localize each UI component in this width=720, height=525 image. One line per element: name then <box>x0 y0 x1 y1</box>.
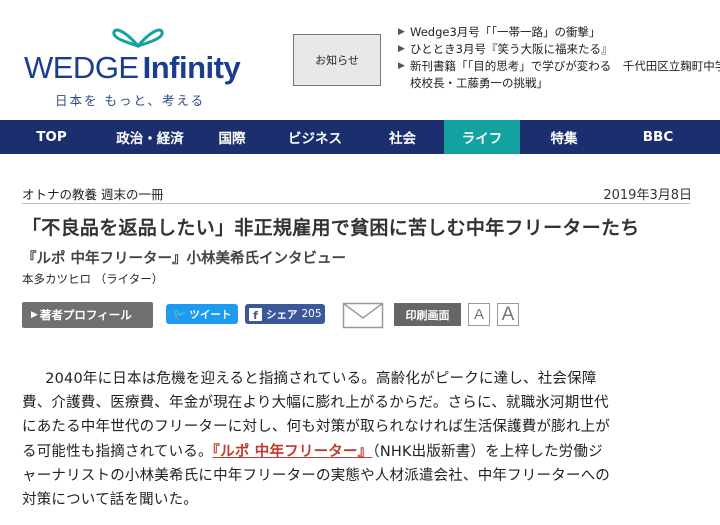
nav-item-international[interactable]: 国際 <box>197 120 267 154</box>
notice-button[interactable]: お知らせ <box>293 34 381 86</box>
nav-item-business[interactable]: ビジネス <box>267 120 363 154</box>
triangle-right-icon: ▶ <box>398 44 405 54</box>
body-line: 費、介護費、医療費、年金が現在より大幅に膨れ上がるからだ。さらに、就職氷河期世代 <box>22 395 609 412</box>
nav-item-society[interactable]: 社会 <box>363 120 442 154</box>
article-toolbar: ▶ 著者プロフィール 🐦 ツイート f シェア 205 印刷画面 A A <box>22 300 702 330</box>
body-text: る可能性も指摘されている。 <box>22 443 213 460</box>
main-nav: TOP 政治・経済 国際 ビジネス 社会 ライフ 特集 BBC <box>0 120 720 154</box>
triangle-right-icon: ▶ <box>398 27 405 37</box>
article-body: 2040年に日本は危機を迎えると指摘されている。高齢化がピークに達し、社会保障 … <box>22 367 690 512</box>
article-subtitle: 『ルポ 中年フリーター』小林美希氏インタビュー <box>22 251 347 267</box>
news-list: ▶ Wedge3月号「「一帯一路」の衝撃」 ▶ ひととき3月号『笑う大阪に福来た… <box>398 24 720 92</box>
facebook-share-button[interactable]: f シェア 205 <box>245 304 325 324</box>
logo-infinity-text: Infinity <box>142 50 241 85</box>
body-paragraph: 2040年に日本は危機を迎えると指摘されている。高齢化がピークに達し、社会保障 … <box>22 367 690 512</box>
print-button[interactable]: 印刷画面 <box>394 303 461 326</box>
news-item[interactable]: ▶ 新刊書籍「「目的思考」で学びが変わる 千代田区立麹町中学 校校長・工藤勇一の… <box>398 58 720 92</box>
tweet-label: ツイート <box>189 308 232 321</box>
author-profile-button[interactable]: ▶ 著者プロフィール <box>22 302 153 328</box>
nav-item-feature[interactable]: 特集 <box>520 120 608 154</box>
article-headline: 「不良品を返品したい」非正規雇用で貧困に苦しむ中年フリーターたち <box>22 217 640 239</box>
share-label: シェア <box>266 308 298 321</box>
share-count: 205 <box>301 308 322 320</box>
body-line: る可能性も指摘されている。『ルポ 中年フリーター』（NHK出版新書）を上梓した労… <box>22 440 690 464</box>
body-line: 対策について話を聞いた。 <box>22 492 198 509</box>
news-item-text[interactable]: ひととき3月号『笑う大阪に福来たる』 <box>410 41 612 58</box>
triangle-right-icon: ▶ <box>398 61 405 71</box>
font-size-small-button[interactable]: A <box>468 303 490 326</box>
tweet-button[interactable]: 🐦 ツイート <box>166 304 238 324</box>
font-size-large-button[interactable]: A <box>497 303 519 326</box>
article-meta-row: オトナの教養 週末の一冊 2019年3月8日 <box>22 184 692 204</box>
logo-title: WEDGE Infinity <box>24 50 241 86</box>
logo-ribbon-icon <box>112 28 164 48</box>
nav-item-top[interactable]: TOP <box>0 120 103 154</box>
body-text: （NHK出版新書）を上梓した労働ジ <box>372 443 603 460</box>
news-item-line[interactable]: 校校長・工藤勇一の挑戦」 <box>410 75 720 92</box>
logo-wedge-text: WEDGE <box>24 50 139 85</box>
site-logo[interactable]: WEDGE Infinity 日本を もっと、考える <box>22 20 252 108</box>
publish-date: 2019年3月8日 <box>603 188 692 203</box>
news-item-text[interactable]: 新刊書籍「「目的思考」で学びが変わる 千代田区立麹町中学 校校長・工藤勇一の挑戦… <box>410 58 720 92</box>
mail-icon[interactable] <box>342 302 384 329</box>
nav-item-life[interactable]: ライフ <box>444 120 520 154</box>
logo-tagline: 日本を もっと、考える <box>55 93 206 108</box>
author-profile-label: 著者プロフィール <box>39 308 132 322</box>
nav-item-politics-economy[interactable]: 政治・経済 <box>103 120 197 154</box>
twitter-bird-icon: 🐦 <box>172 307 187 321</box>
news-item[interactable]: ▶ ひととき3月号『笑う大阪に福来たる』 <box>398 41 720 58</box>
body-line: にあたる中年世代のフリーターに対し、何も対策が取られなければ生活保護費が膨れ上が <box>22 419 610 436</box>
caret-right-icon: ▶ <box>31 310 38 320</box>
body-line: 2040年に日本は危機を迎えると指摘されている。高齢化がピークに達し、社会保障 <box>45 371 597 387</box>
news-item[interactable]: ▶ Wedge3月号「「一帯一路」の衝撃」 <box>398 24 720 41</box>
nav-item-bbc[interactable]: BBC <box>608 120 708 154</box>
news-item-line[interactable]: 新刊書籍「「目的思考」で学びが変わる 千代田区立麹町中学 <box>410 58 720 75</box>
body-line: ャーナリストの小林美希氏に中年フリーターの実態や人材派遣会社、中年フリーターへの <box>22 467 610 484</box>
news-item-text[interactable]: Wedge3月号「「一帯一路」の衝撃」 <box>410 24 601 41</box>
site-header: WEDGE Infinity 日本を もっと、考える お知らせ ▶ Wedge3月… <box>0 0 720 120</box>
breadcrumb[interactable]: オトナの教養 週末の一冊 <box>22 184 163 203</box>
book-link[interactable]: 『ルポ 中年フリーター』 <box>213 444 373 460</box>
article-author[interactable]: 本多カツヒロ （ライター） <box>22 271 163 287</box>
facebook-icon: f <box>249 307 262 321</box>
